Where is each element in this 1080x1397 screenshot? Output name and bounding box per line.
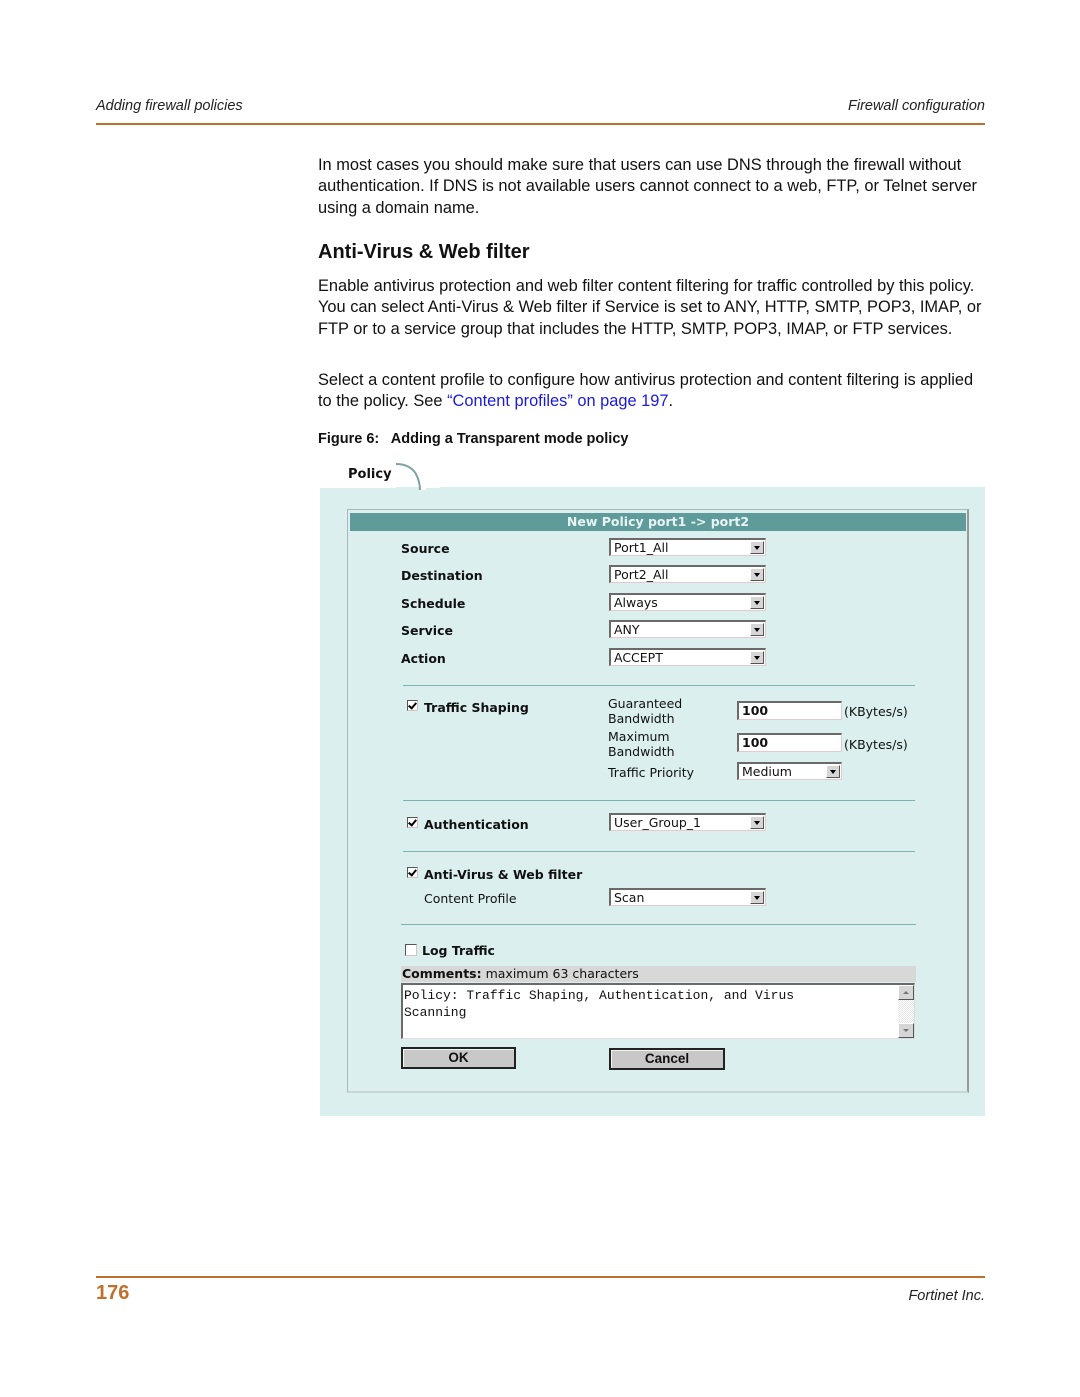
schedule-label: Schedule — [401, 596, 466, 611]
section-paragraph-2: Select a content profile to configure ho… — [318, 370, 988, 413]
paragraph-2-suffix: . — [668, 392, 674, 411]
header-rule — [96, 123, 985, 125]
antivirus-label: Anti-Virus & Web filter — [424, 867, 583, 882]
maximum-bandwidth-label: Maximum Bandwidth — [608, 729, 675, 759]
content-profile-select[interactable]: Scan — [609, 888, 766, 906]
section-divider — [403, 800, 915, 801]
source-select[interactable]: Port1_All — [609, 538, 766, 556]
log-traffic-label: Log Traffic — [422, 943, 495, 958]
tab-curve-icon — [396, 462, 426, 490]
scroll-down-icon[interactable] — [898, 1023, 914, 1038]
dropdown-arrow-icon[interactable] — [750, 651, 764, 664]
guaranteed-label-line1: Guaranteed — [608, 696, 683, 711]
source-value: Port1_All — [614, 540, 669, 555]
content-profiles-link[interactable]: “Content profiles” on page 197 — [447, 392, 668, 410]
authentication-select[interactable]: User_Group_1 — [609, 813, 766, 831]
policy-tab-label: Policy — [348, 467, 392, 482]
page-number: 176 — [96, 1282, 130, 1304]
service-label: Service — [401, 623, 453, 638]
section-title: Anti-Virus & Web filter — [318, 241, 530, 263]
source-label: Source — [401, 541, 450, 556]
traffic-priority-label: Traffic Priority — [608, 765, 695, 780]
content-profile-label: Content Profile — [424, 891, 517, 906]
section-divider — [403, 851, 915, 852]
service-select[interactable]: ANY — [609, 620, 766, 638]
maximum-label-line2: Bandwidth — [608, 744, 675, 759]
figure-caption: Figure 6: Adding a Transparent mode poli… — [318, 431, 629, 447]
log-traffic-checkbox[interactable] — [405, 944, 417, 956]
schedule-value: Always — [614, 595, 658, 610]
dropdown-arrow-icon[interactable] — [750, 623, 764, 636]
destination-select[interactable]: Port2_All — [609, 565, 766, 583]
guaranteed-label-line2: Bandwidth — [608, 711, 675, 726]
antivirus-checkbox[interactable] — [407, 867, 418, 878]
comments-value: Policy: Traffic Shaping, Authentication,… — [404, 988, 795, 1020]
dropdown-arrow-icon[interactable] — [826, 765, 840, 778]
maximum-bandwidth-input[interactable]: 100 — [737, 733, 842, 752]
action-value: ACCEPT — [614, 650, 663, 665]
maximum-unit: (KBytes/s) — [844, 737, 908, 752]
authentication-label: Authentication — [424, 817, 529, 832]
authentication-checkbox[interactable] — [407, 817, 418, 828]
authentication-value: User_Group_1 — [614, 815, 701, 830]
running-header-right: Firewall configuration — [847, 98, 985, 114]
traffic-priority-value: Medium — [742, 764, 792, 779]
comments-label: Comments: — [402, 966, 482, 981]
ok-button[interactable]: OK — [401, 1047, 516, 1069]
content-profile-value: Scan — [614, 890, 645, 905]
section-paragraph-1: Enable antivirus protection and web filt… — [318, 277, 982, 338]
section-divider — [403, 685, 915, 686]
action-select[interactable]: ACCEPT — [609, 648, 766, 666]
dropdown-arrow-icon[interactable] — [750, 568, 764, 581]
guaranteed-bandwidth-input[interactable]: 100 — [737, 701, 842, 720]
destination-label: Destination — [401, 568, 483, 583]
maximum-label-line1: Maximum — [608, 729, 670, 744]
traffic-shaping-checkbox[interactable] — [407, 700, 418, 711]
running-header-left: Adding firewall policies — [96, 98, 243, 114]
traffic-priority-select[interactable]: Medium — [737, 762, 842, 780]
scroll-up-icon[interactable] — [898, 985, 914, 1000]
schedule-select[interactable]: Always — [609, 593, 766, 611]
guaranteed-unit: (KBytes/s) — [844, 704, 908, 719]
dropdown-arrow-icon[interactable] — [750, 541, 764, 554]
comments-scrollbar[interactable] — [898, 985, 914, 1038]
comments-header: Comments: maximum 63 characters — [401, 966, 916, 982]
footer-company: Fortinet Inc. — [908, 1288, 985, 1304]
comments-hint: maximum 63 characters — [481, 966, 639, 981]
cancel-button[interactable]: Cancel — [609, 1048, 725, 1070]
footer-rule — [96, 1276, 985, 1278]
intro-paragraph: In most cases you should make sure that … — [318, 156, 978, 217]
section-divider — [401, 924, 916, 925]
destination-value: Port2_All — [614, 567, 669, 582]
guaranteed-bandwidth-label: Guaranteed Bandwidth — [608, 696, 682, 726]
dropdown-arrow-icon[interactable] — [750, 816, 764, 829]
policy-title-bar: New Policy port1 -> port2 — [350, 513, 966, 531]
action-label: Action — [401, 651, 446, 666]
traffic-shaping-label: Traffic Shaping — [424, 700, 529, 715]
dropdown-arrow-icon[interactable] — [750, 596, 764, 609]
service-value: ANY — [614, 622, 640, 637]
comments-textarea[interactable]: Policy: Traffic Shaping, Authentication,… — [401, 983, 915, 1039]
dropdown-arrow-icon[interactable] — [750, 891, 764, 904]
